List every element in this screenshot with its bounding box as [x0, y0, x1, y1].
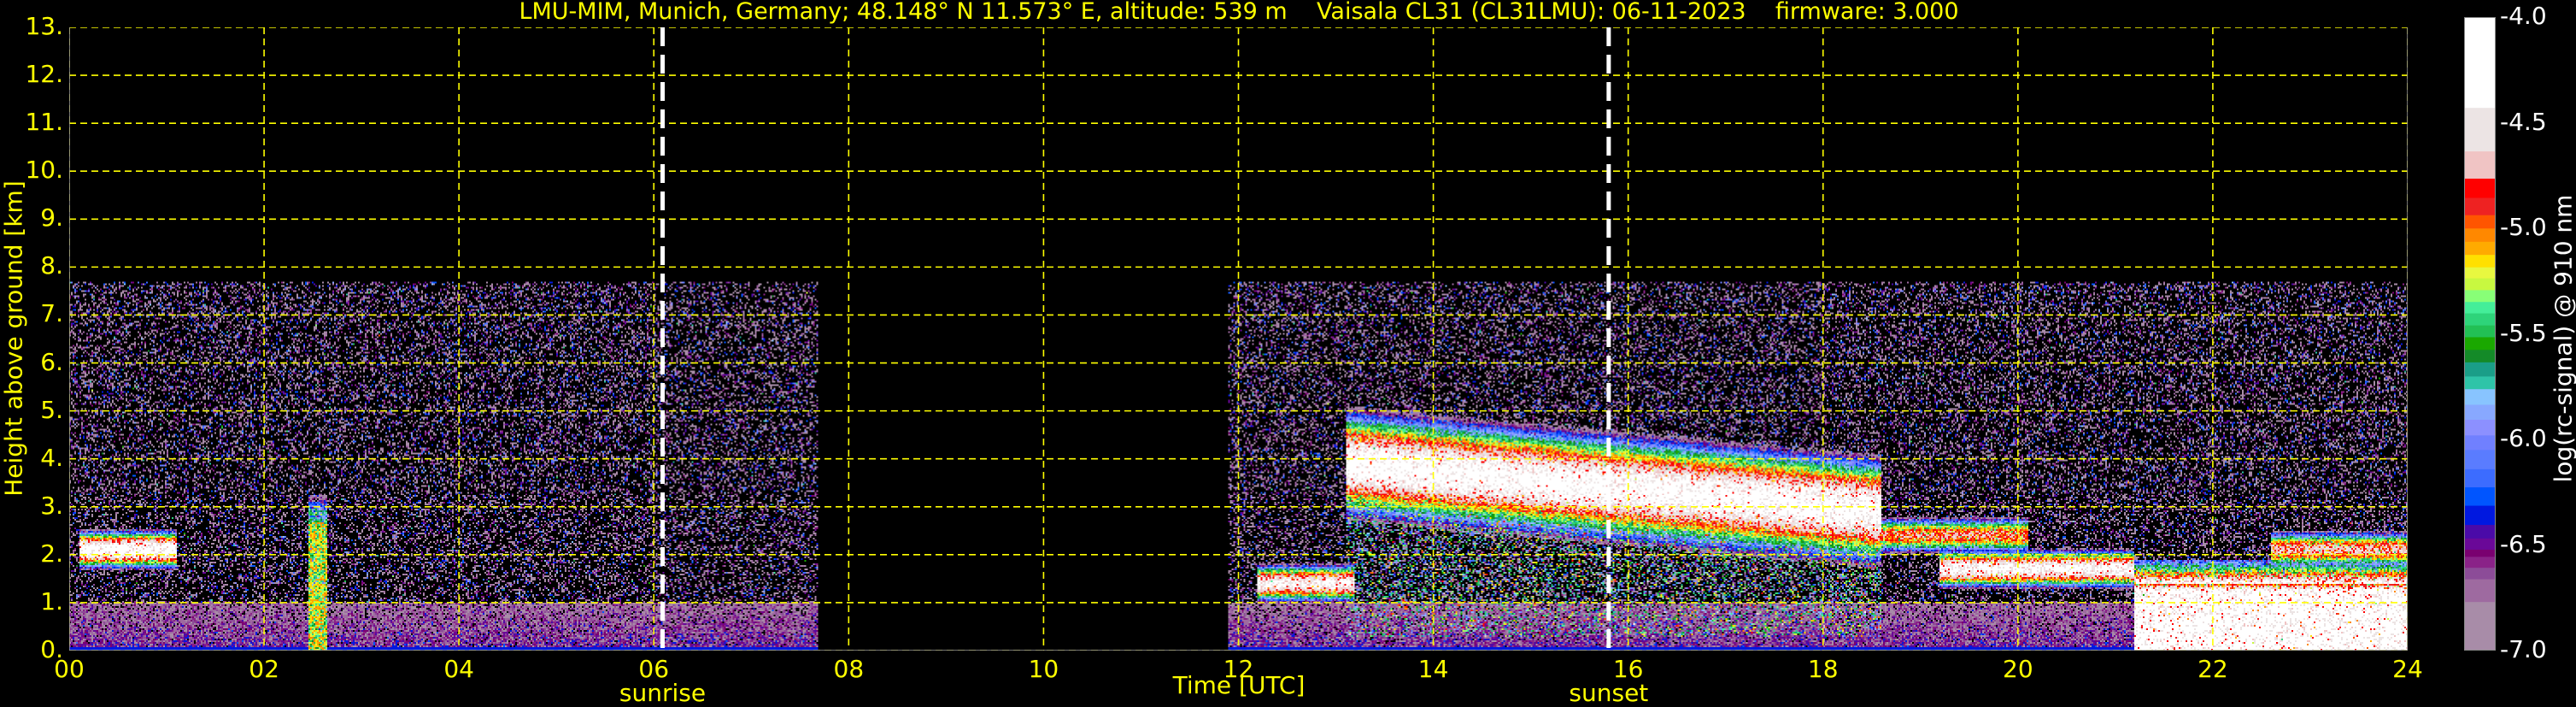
colorbar-segment [2465, 557, 2496, 568]
colorbar-segment [2465, 151, 2496, 179]
x-axis-label: Time [UTC] [1173, 671, 1306, 699]
x-tick-label: 08 [834, 655, 865, 683]
x-tick-label: 24 [2392, 655, 2423, 683]
x-tick-label: 14 [1418, 655, 1449, 683]
colorbar-segment [2465, 602, 2496, 651]
colorbar-segment [2465, 197, 2496, 215]
plot-area [69, 27, 2408, 651]
y-axis-label: Height above ground [km] [0, 180, 28, 497]
colorbar-segment [2465, 450, 2496, 469]
x-tick-label: 02 [249, 655, 279, 683]
colorbar-label: log(rc-signal) @ 910 nm [2550, 195, 2576, 483]
colorbar [2464, 17, 2496, 651]
colorbar-segment [2465, 215, 2496, 229]
colorbar-tick-label: -4.0 [2500, 2, 2547, 30]
colorbar-segment [2465, 487, 2496, 506]
colorbar-segment [2465, 228, 2496, 242]
x-tick-label: 10 [1029, 655, 1059, 683]
colorbar-segment [2465, 435, 2496, 451]
x-tick-label: 00 [54, 655, 85, 683]
y-tick-label: 2. [3, 539, 63, 568]
colorbar-segment [2465, 376, 2496, 389]
x-tick-label: 20 [2003, 655, 2033, 683]
colorbar-segment [2465, 242, 2496, 256]
colorbar-segment [2465, 337, 2496, 350]
colorbar-segment [2465, 108, 2496, 151]
colorbar-segment [2465, 568, 2496, 580]
colorbar-segment [2465, 326, 2496, 338]
colorbar-tick-label: -6.0 [2500, 424, 2547, 452]
colorbar-segment [2465, 405, 2496, 421]
colorbar-tick-label: -4.5 [2500, 108, 2547, 136]
colorbar-segment [2465, 506, 2496, 526]
colorbar-segment [2465, 389, 2496, 405]
colorbar-segment [2465, 525, 2496, 539]
colorbar-segment [2465, 420, 2496, 436]
colorbar-segment [2465, 362, 2496, 377]
y-tick-label: 11. [3, 108, 63, 136]
colorbar-segment [2465, 255, 2496, 268]
grid-overlay [69, 27, 2408, 651]
colorbar-segment [2465, 539, 2496, 551]
colorbar-segment [2465, 314, 2496, 327]
colorbar-segment [2465, 268, 2496, 279]
colorbar-segment [2465, 302, 2496, 314]
colorbar-segment [2465, 18, 2496, 109]
y-tick-label: 1. [3, 587, 63, 616]
marker-label-sunset: sunset [1569, 679, 1648, 707]
colorbar-tick-label: -7.0 [2500, 635, 2547, 663]
x-tick-label: 18 [1808, 655, 1839, 683]
x-tick-label: 22 [2198, 655, 2228, 683]
x-tick-label: 04 [443, 655, 474, 683]
marker-label-sunrise: sunrise [619, 679, 706, 707]
colorbar-segment [2465, 290, 2496, 302]
chart-title: LMU-MIM, Munich, Germany; 48.148° N 11.5… [0, 0, 2478, 25]
colorbar-segment [2465, 279, 2496, 291]
colorbar-segment [2465, 350, 2496, 362]
colorbar-tick-label: -6.5 [2500, 530, 2547, 558]
y-tick-label: 13. [3, 12, 63, 40]
colorbar-segment [2465, 580, 2496, 603]
y-tick-label: 12. [3, 60, 63, 88]
colorbar-tick-label: -5.5 [2500, 319, 2547, 347]
colorbar-segment [2465, 550, 2496, 557]
colorbar-segment [2465, 179, 2496, 198]
colorbar-segment [2465, 469, 2496, 488]
colorbar-tick-label: -5.0 [2500, 213, 2547, 241]
